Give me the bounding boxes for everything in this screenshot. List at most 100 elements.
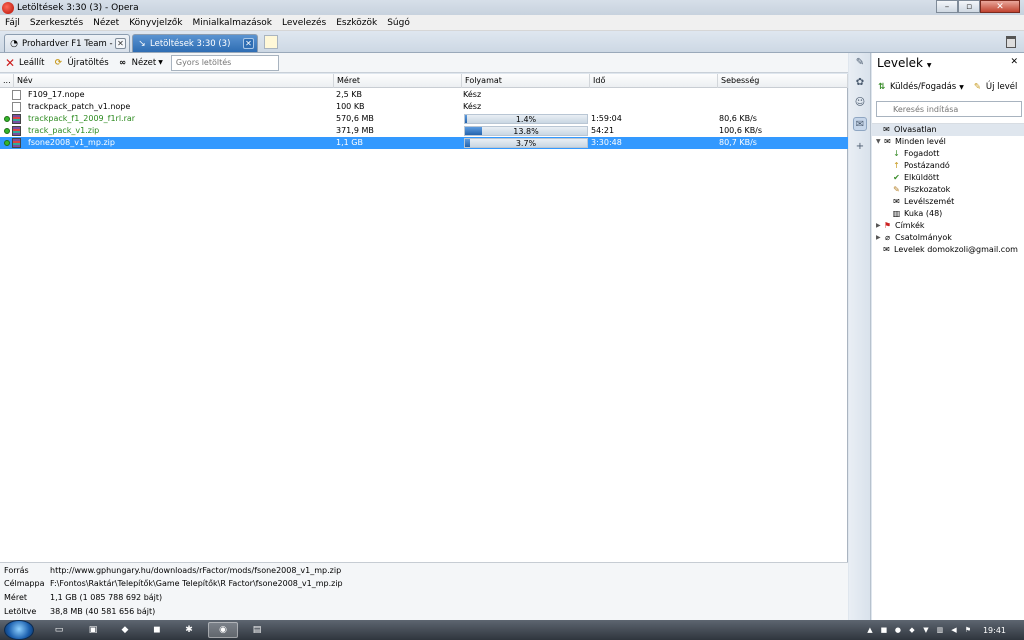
file-size: 570,6 MB — [336, 114, 374, 123]
new-mail-button[interactable]: ✎ Új levél — [968, 82, 1022, 93]
file-speed: 100,6 KB/s — [719, 126, 763, 135]
menu-tools[interactable]: Eszközök — [331, 18, 382, 28]
menu-view[interactable]: Nézet — [88, 18, 124, 28]
volume-icon[interactable]: ◀ — [949, 625, 959, 635]
detail-label: Forrás — [4, 566, 29, 575]
bookmarks-panel-icon[interactable]: ✎ — [853, 55, 867, 69]
tab-downloads[interactable]: ↘ Letöltések 3:30 (3) ✕ — [132, 34, 258, 52]
file-time — [591, 89, 716, 101]
menu-help[interactable]: Súgó — [382, 18, 415, 28]
mail-trash[interactable]: ▥ Kuka (48) — [892, 208, 943, 220]
progress-cell: 3.7% — [463, 137, 588, 149]
file-speed — [719, 89, 844, 101]
mail-item-label: Csatolmányok — [895, 233, 952, 242]
mail-panel-close-icon[interactable]: ✕ — [1010, 57, 1018, 67]
close-button[interactable]: ✕ — [980, 0, 1020, 13]
opera-taskbar-icon[interactable]: ◉ — [208, 622, 238, 638]
app-taskbar-icon[interactable]: ✱ — [174, 622, 204, 638]
file-name: trackpack_patch_v1.nope — [28, 102, 131, 111]
table-row[interactable]: track_pack_v1.zip 371,9 MB 13.8% 54:21 1… — [0, 125, 848, 137]
menu-widgets[interactable]: Minialkalmazások — [188, 18, 277, 28]
trash-icon[interactable] — [1006, 36, 1016, 48]
mail-panel-header: Levelek ▼ ✕ — [872, 53, 1024, 75]
mail-unread[interactable]: ✉ Olvasatlan — [872, 124, 1024, 136]
send-receive-button[interactable]: ⇅ Küldés/Fogadás ▼ — [872, 82, 968, 93]
tray-icon[interactable]: ▼ — [921, 625, 931, 635]
label-icon: ⚑ — [883, 221, 892, 230]
row-icon — [4, 101, 28, 113]
menu-bookmarks[interactable]: Könyvjelzők — [124, 18, 187, 28]
mail-item-label: Levelek domokzoli@gmail.com — [894, 245, 1018, 254]
network-icon[interactable]: ▥ — [935, 625, 945, 635]
widgets-panel-icon[interactable]: ✿ — [853, 75, 867, 89]
mail-panel-icon[interactable]: ✉ — [853, 117, 867, 131]
table-row[interactable]: trackpack_patch_v1.nope 100 KB Kész — [0, 101, 848, 113]
table-row-selected[interactable]: fsone2008_v1_mp.zip 1,1 GB 3.7% 3:30:48 … — [0, 137, 848, 149]
tab-close-icon[interactable]: ✕ — [115, 38, 126, 49]
table-row[interactable]: trackpack_f1_2009_f1rl.rar 570,6 MB 1.4%… — [0, 113, 848, 125]
contacts-panel-icon[interactable]: ☺ — [853, 95, 867, 109]
column-speed[interactable]: Sebesség — [718, 74, 848, 88]
mail-spam[interactable]: ✉ Levélszemét — [892, 196, 954, 208]
mail-outbox[interactable]: ↑ Postázandó — [892, 160, 950, 172]
tab-bar: ◔ Prohardver F1 Team - ... ✕ ↘ Letöltése… — [0, 31, 1024, 53]
app-taskbar-icon[interactable]: ◼ — [142, 622, 172, 638]
column-menu[interactable]: ... — [0, 74, 14, 88]
menu-file[interactable]: Fájl — [0, 18, 25, 28]
column-size[interactable]: Méret — [334, 74, 462, 88]
stop-button[interactable]: ✕ Leállít — [0, 56, 48, 70]
mail-item-label: Olvasatlan — [894, 125, 937, 134]
tray-icon[interactable]: ◆ — [907, 625, 917, 635]
archive-icon — [12, 113, 21, 124]
flag-icon[interactable]: ⚑ — [963, 625, 973, 635]
sent-icon: ✔ — [893, 173, 900, 182]
tray-icon[interactable]: ■ — [879, 625, 889, 635]
mail-all[interactable]: ▼ ✉ Minden levél — [876, 136, 946, 148]
file-speed: 80,6 KB/s — [719, 114, 757, 123]
menu-edit[interactable]: Szerkesztés — [25, 18, 88, 28]
detail-value[interactable]: http://www.gphungary.hu/downloads/rFacto… — [50, 565, 341, 577]
mail-search-input[interactable] — [876, 101, 1022, 117]
mail-attachments[interactable]: ▶ ⌀ Csatolmányok — [876, 232, 952, 244]
mail-sent[interactable]: ✔ Elküldött — [892, 172, 939, 184]
column-progress[interactable]: Folyamat — [462, 74, 590, 88]
mail-account[interactable]: ✉ Levelek domokzoli@gmail.com — [882, 244, 1018, 256]
send-receive-label: Küldés/Fogadás — [890, 82, 957, 92]
spam-icon: ✉ — [893, 197, 900, 206]
add-panel-icon[interactable]: + — [853, 139, 867, 153]
maximize-button[interactable]: ▫ — [958, 0, 980, 13]
mail-item-label: Piszkozatok — [904, 185, 951, 194]
expand-icon: ▶ — [876, 222, 881, 229]
taskbar-clock[interactable]: 19:41 — [983, 626, 1006, 635]
column-time[interactable]: Idő — [590, 74, 718, 88]
menu-mail[interactable]: Levelezés — [277, 18, 331, 28]
table-header: ... Név Méret Folyamat Idő Sebesség — [0, 74, 848, 88]
table-row[interactable]: F109_17.nope 2,5 KB Kész — [0, 89, 848, 101]
media-taskbar-icon[interactable]: ▣ — [78, 622, 108, 638]
app-taskbar-icon[interactable]: ▤ — [242, 622, 272, 638]
tab-label: Letöltések 3:30 (3) — [150, 38, 231, 49]
row-icon — [4, 137, 28, 149]
explorer-taskbar-icon[interactable]: ▭ — [44, 622, 74, 638]
tab-prohardver[interactable]: ◔ Prohardver F1 Team - ... ✕ — [4, 34, 130, 52]
file-icon — [12, 101, 21, 112]
progress-cell: 1.4% — [463, 113, 588, 125]
detail-value[interactable]: F:\Fontos\Raktár\Telepítők\Game Telepítő… — [50, 578, 343, 590]
mail-received[interactable]: ↓ Fogadott — [892, 148, 939, 160]
mail-drafts[interactable]: ✎ Piszkozatok — [892, 184, 950, 196]
minimize-button[interactable]: – — [936, 0, 958, 13]
downloads-list: ... Név Méret Folyamat Idő Sebesség F109… — [0, 74, 848, 562]
tray-icon[interactable]: ▲ — [865, 625, 875, 635]
tab-close-icon[interactable]: ✕ — [243, 38, 254, 49]
mail-panel-title[interactable]: Levelek ▼ — [877, 56, 931, 70]
view-button[interactable]: ∞ Nézet ▼ — [113, 57, 167, 69]
quick-download-input[interactable] — [170, 54, 279, 71]
detail-downloaded: Letöltve 38,8 MB (40 581 656 bájt) — [4, 606, 155, 618]
column-name[interactable]: Név — [14, 74, 334, 88]
new-tab-button[interactable] — [264, 35, 278, 49]
restart-button[interactable]: ⟳ Újratöltés — [48, 57, 112, 69]
app-taskbar-icon[interactable]: ◆ — [110, 622, 140, 638]
mail-labels[interactable]: ▶ ⚑ Címkék — [876, 220, 925, 232]
tray-icon[interactable]: ● — [893, 625, 903, 635]
start-button[interactable] — [4, 620, 34, 640]
